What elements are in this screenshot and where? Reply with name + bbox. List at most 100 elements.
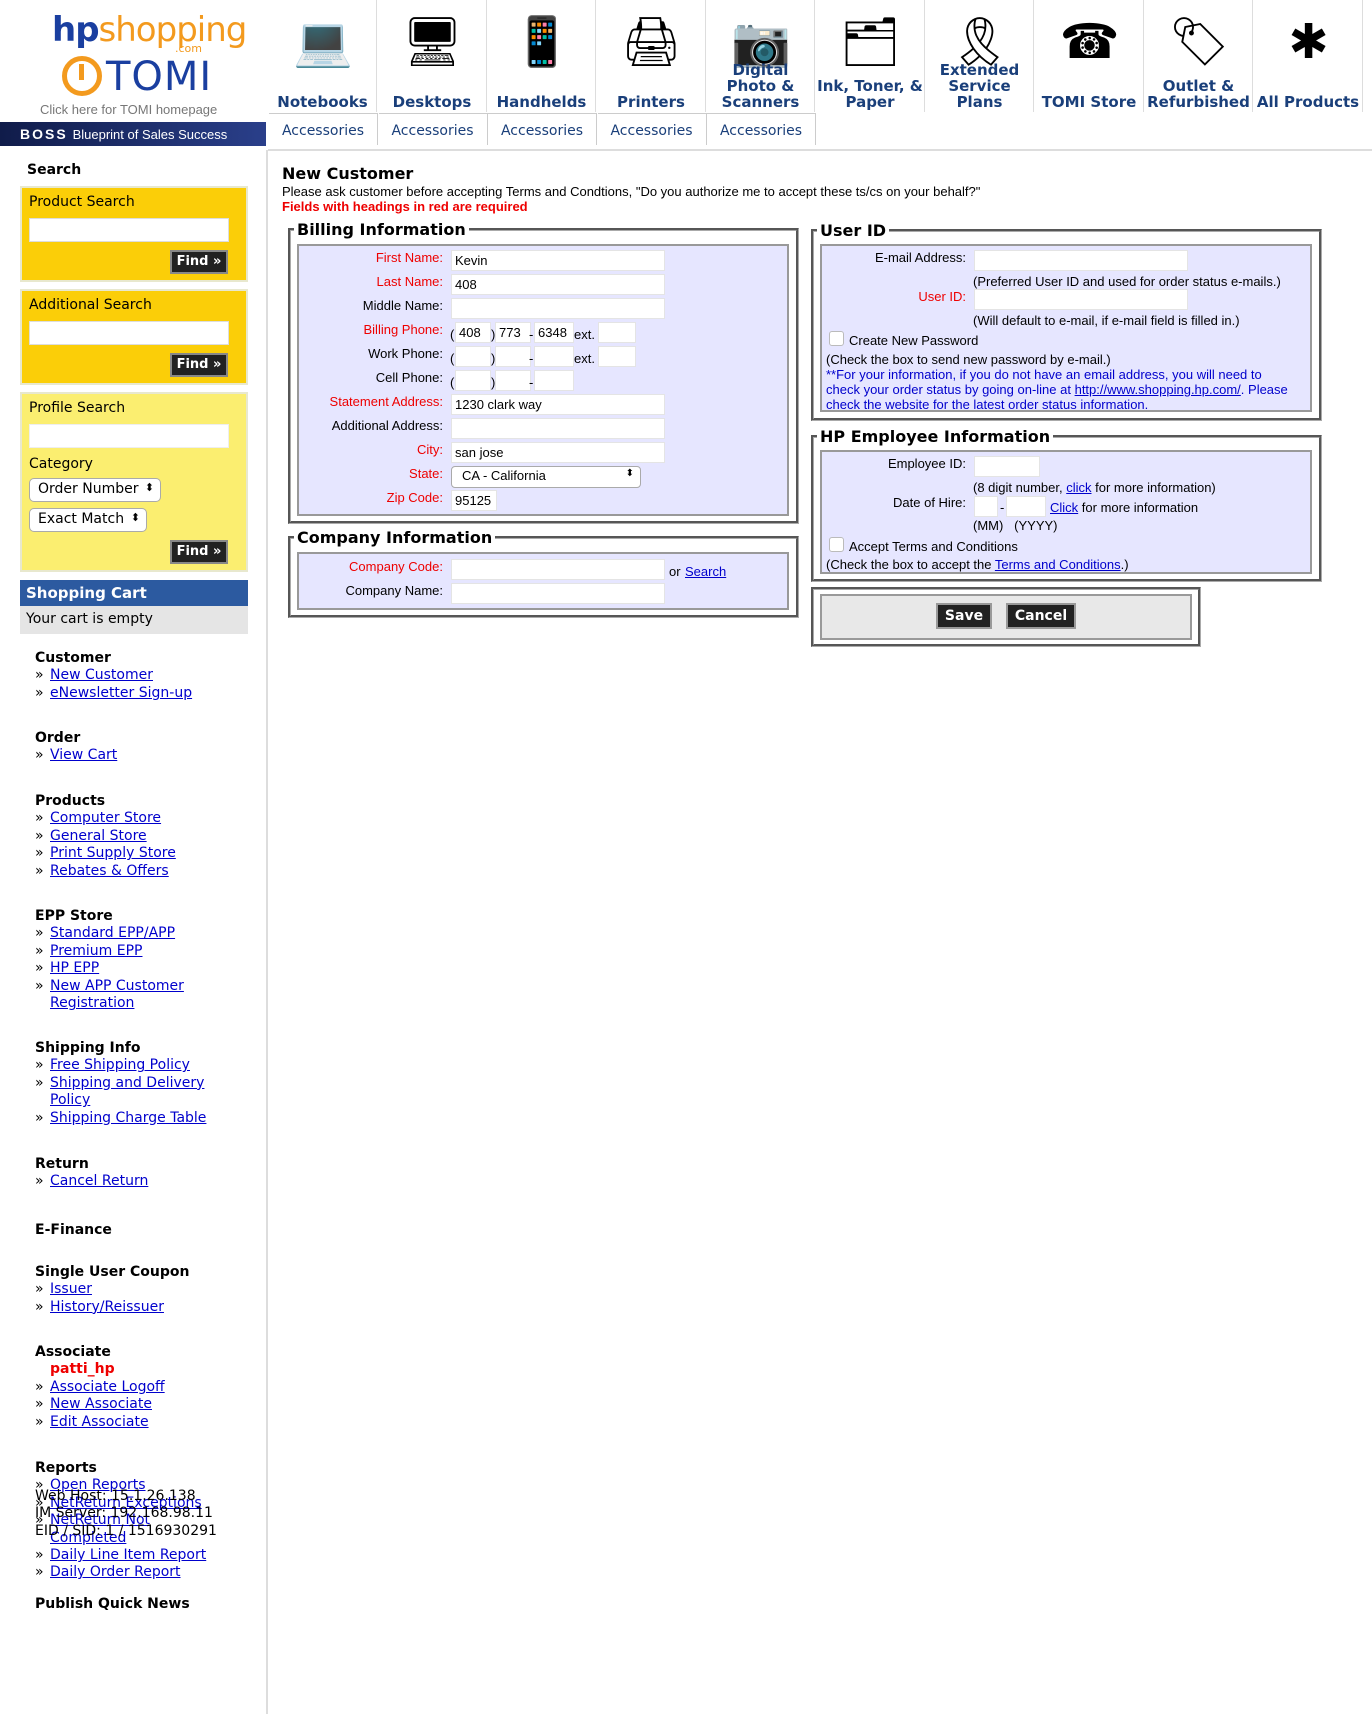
sidebar-section-order: OrderView Cart — [35, 730, 117, 765]
company-search-link[interactable]: Search — [685, 564, 726, 579]
cancel-button[interactable]: Cancel — [1006, 603, 1076, 629]
terms-label: Accept Terms and Conditions — [849, 539, 1018, 554]
sidebar-link[interactable]: History/Reissuer — [50, 1299, 164, 1316]
nav-label: Digital Photo & Scanners — [721, 61, 800, 111]
sidebar-link[interactable]: eNewsletter Sign-up — [50, 685, 192, 702]
nav-asterisk[interactable]: ✱ All Products — [1255, 0, 1363, 112]
additional-find-button[interactable]: Find » — [170, 353, 228, 377]
sidebar-link[interactable]: Computer Store — [50, 810, 161, 827]
sidebar-link[interactable]: Issuer — [50, 1281, 92, 1298]
billing-phone-prefix-input[interactable]: 773 — [495, 322, 531, 343]
im-server: IM Server: 192.168.98.11 — [35, 1505, 213, 1522]
nav-accessories-link[interactable]: Accessories — [597, 113, 707, 145]
hire-year-input[interactable] — [1006, 496, 1046, 517]
nav-accessories-link[interactable]: Accessories — [269, 113, 378, 145]
billing-phone-ext-input[interactable] — [598, 322, 636, 343]
phone-dash: - — [529, 327, 534, 342]
hire-month-input[interactable] — [974, 496, 998, 517]
category-select[interactable]: Order Number ⬍ — [29, 478, 161, 502]
billing-phone-area-input[interactable]: 408 — [455, 322, 491, 343]
nav-accessories-link[interactable]: Accessories — [488, 113, 597, 145]
sidebar-link-item: New Customer — [35, 667, 192, 685]
sidebar-link[interactable]: Free Shipping Policy — [50, 1057, 190, 1074]
shopping-hp-link[interactable]: http://www.shopping.hp.com/ — [1075, 382, 1241, 397]
zip-input[interactable]: 95125 — [451, 490, 497, 511]
work-phone-area-input[interactable] — [455, 346, 491, 367]
sidebar-link[interactable]: Shipping and Delivery Policy — [50, 1075, 210, 1110]
nav-ink[interactable]: 🗂 Ink, Toner, & Paper — [817, 0, 925, 112]
sidebar-link-item: Free Shipping Policy — [35, 1057, 210, 1075]
hire-info-link[interactable]: Click — [1050, 500, 1078, 515]
sidebar-link[interactable]: Associate Logoff — [50, 1379, 165, 1396]
profile-search-input[interactable] — [29, 424, 229, 448]
nav-accessories-link[interactable]: Accessories — [378, 113, 488, 145]
first-name-label: First Name: — [375, 250, 443, 265]
sidebar-link[interactable]: HP EPP — [50, 960, 99, 977]
sidebar-link[interactable]: Premium EPP — [50, 943, 142, 960]
cell-phone-prefix-input[interactable] — [495, 370, 531, 391]
company-code-input[interactable] — [451, 559, 665, 580]
sidebar-link[interactable]: Print Supply Store — [50, 845, 176, 862]
sidebar-link[interactable]: View Cart — [50, 747, 117, 764]
employee-id-input[interactable] — [974, 456, 1040, 477]
first-name-input[interactable]: Kevin — [451, 250, 665, 271]
nav-printer[interactable]: 🖨 Printers — [598, 0, 706, 112]
cell-phone-line-input[interactable] — [534, 370, 574, 391]
nav-desktop[interactable]: 🖥 Desktops — [379, 0, 487, 112]
last-name-input[interactable]: 408 — [451, 274, 665, 295]
additional-search-input[interactable] — [29, 321, 229, 345]
nav-ribbon[interactable]: 🎗 Extended Service Plans — [926, 0, 1034, 112]
cell-phone-area-input[interactable] — [455, 370, 491, 391]
sidebar-link[interactable]: Edit Associate — [50, 1414, 149, 1431]
sidebar-link[interactable]: Standard EPP/APP — [50, 925, 175, 942]
product-find-button[interactable]: Find » — [170, 250, 228, 274]
ext-label: ext. — [574, 351, 595, 366]
sidebar-link[interactable]: Rebates & Offers — [50, 863, 169, 880]
userid-input[interactable] — [974, 289, 1188, 310]
nav-accessories-link[interactable]: Accessories — [707, 113, 816, 145]
additional-address-input[interactable] — [451, 418, 665, 439]
statement-address-input[interactable]: 1230 clark way — [451, 394, 665, 415]
hire-dash: - — [1000, 500, 1005, 515]
product-search-input[interactable] — [29, 218, 229, 242]
email-input[interactable] — [974, 250, 1188, 271]
hire-note: Click for more information — [1050, 500, 1199, 515]
nav-tag[interactable]: 🏷 Outlet & Refurbished — [1145, 0, 1253, 112]
match-select[interactable]: Exact Match ⬍ — [29, 508, 147, 532]
billing-phone-label: Billing Phone: — [363, 322, 444, 337]
sidebar-link-item: Daily Line Item Report — [35, 1547, 210, 1565]
sidebar-link[interactable]: New Associate — [50, 1396, 152, 1413]
homepage-caption[interactable]: Click here for TOMI homepage — [40, 102, 217, 117]
new-password-checkbox[interactable] — [829, 331, 844, 346]
sidebar-link[interactable]: General Store — [50, 828, 147, 845]
work-phone-ext-input[interactable] — [598, 346, 636, 367]
sidebar-link[interactable]: Cancel Return — [50, 1173, 148, 1190]
sidebar-link-item: Daily Order Report — [35, 1564, 210, 1582]
info-line-2: check your order status by going on-line… — [826, 382, 1288, 397]
nav-phone[interactable]: ☎ TOMI Store — [1036, 0, 1144, 112]
terms-link[interactable]: Terms and Conditions — [995, 557, 1121, 572]
save-button[interactable]: Save — [936, 603, 992, 629]
profile-search-title: Profile Search — [29, 400, 126, 416]
sidebar-link[interactable]: New Customer — [50, 667, 153, 684]
city-input[interactable]: san jose — [451, 442, 665, 463]
middle-name-input[interactable] — [451, 298, 665, 319]
email-label: E-mail Address: — [874, 250, 966, 265]
nav-camera[interactable]: 📷 Digital Photo & Scanners — [707, 0, 815, 112]
work-phone-line-input[interactable] — [534, 346, 574, 367]
billing-phone-line-input[interactable]: 6348 — [534, 322, 574, 343]
cart-status: Your cart is empty — [20, 606, 248, 634]
sidebar-link[interactable]: Shipping Charge Table — [50, 1110, 206, 1127]
sidebar-link[interactable]: New APP Customer Registration — [50, 978, 210, 1013]
employee-id-info-link[interactable]: click — [1066, 480, 1091, 495]
work-phone-prefix-input[interactable] — [495, 346, 531, 367]
nav-handheld[interactable]: 📱 Handhelds — [488, 0, 596, 112]
ink-icon: 🗂 — [840, 14, 901, 70]
sidebar-link[interactable]: Daily Order Report — [50, 1564, 181, 1581]
sidebar-link[interactable]: Daily Line Item Report — [50, 1547, 206, 1564]
nav-laptop[interactable]: 💻 Notebooks — [269, 0, 377, 112]
state-select[interactable]: CA - California ⬍ — [451, 466, 641, 488]
terms-checkbox[interactable] — [829, 537, 844, 552]
profile-find-button[interactable]: Find » — [170, 540, 228, 564]
company-name-input[interactable] — [451, 583, 665, 604]
